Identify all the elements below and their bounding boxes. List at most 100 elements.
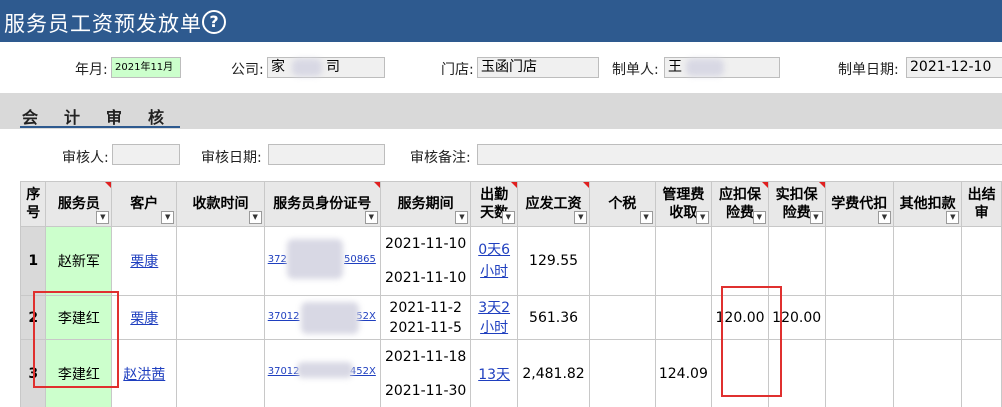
other-cell[interactable] <box>892 295 963 340</box>
filter-dropdown-icon[interactable]: ▼ <box>364 211 378 224</box>
id-cell[interactable]: 37012 52X <box>263 295 381 340</box>
pay-time-cell[interactable] <box>176 339 265 407</box>
store-field[interactable]: 玉函门店 <box>477 57 599 78</box>
tax-cell[interactable] <box>589 295 656 340</box>
remark-label: 审核备注: <box>410 150 471 166</box>
filter-dropdown-icon[interactable]: ▼ <box>161 211 175 224</box>
tax-cell[interactable] <box>589 226 656 296</box>
id-link-tail[interactable]: 52X <box>356 311 376 322</box>
table-header-row: 序号 服务员 ▼ 客户 ▼ 收款时间 ▼ 服务员身份证号 ▼ 服务期间 ▼ 出勤 天数 ▼ 应… <box>20 181 1002 227</box>
store-label: 门店: <box>441 62 474 78</box>
section-underline <box>20 126 180 128</box>
customer-link[interactable]: 赵洪茜 <box>123 367 165 383</box>
filter-dropdown-icon[interactable]: ▼ <box>248 211 262 224</box>
filter-dropdown-icon[interactable]: ▼ <box>946 211 960 224</box>
customer-link[interactable]: 栗康 <box>130 254 158 270</box>
col-header-seq: 序号 <box>20 181 47 227</box>
id-link-head[interactable]: 37012 <box>268 311 300 322</box>
other-cell[interactable] <box>892 339 963 407</box>
settle-cell[interactable] <box>961 295 1002 340</box>
comment-marker <box>373 182 380 188</box>
tuition-cell[interactable] <box>824 226 894 296</box>
highlight-box-insurance <box>721 286 782 397</box>
filter-dropdown-icon[interactable]: ▼ <box>501 211 515 224</box>
company-value-tail: 司 <box>326 59 340 75</box>
pay-time-cell[interactable] <box>176 295 265 340</box>
tax-cell[interactable] <box>589 339 656 407</box>
employee-cell[interactable]: 赵新军 <box>45 226 113 296</box>
id-cell[interactable]: 372 50865 <box>263 226 381 296</box>
id-link-head[interactable]: 372 <box>268 254 287 265</box>
filter-dropdown-icon[interactable]: ▼ <box>696 211 710 224</box>
attendance-cell[interactable]: 3天2 小时 <box>470 295 518 340</box>
settle-cell[interactable] <box>961 226 1002 296</box>
mgmt-fee-cell[interactable] <box>654 226 713 296</box>
filter-dropdown-icon[interactable]: ▼ <box>877 211 891 224</box>
attendance-cell[interactable]: 0天6 小时 <box>470 226 518 296</box>
salary-table: 序号 服务员 ▼ 客户 ▼ 收款时间 ▼ 服务员身份证号 ▼ 服务期间 ▼ 出勤 天数 ▼ 应… <box>20 181 1002 407</box>
id-link-tail[interactable]: 452X <box>350 366 376 377</box>
col-header-customer[interactable]: 客户 ▼ <box>111 181 178 227</box>
highlight-box-employee <box>33 291 119 388</box>
comment-marker <box>761 182 768 188</box>
title-bar: 服务员工资预发放单 ? <box>0 0 1002 42</box>
filter-dropdown-icon[interactable]: ▼ <box>752 211 766 224</box>
audit-date-field[interactable] <box>268 144 385 165</box>
redaction-blur <box>292 59 322 76</box>
date-label: 制单日期: <box>838 62 899 78</box>
company-field[interactable]: 家 司 <box>267 57 385 78</box>
col-header-attendance[interactable]: 出勤 天数 ▼ <box>470 181 518 227</box>
table-row[interactable]: 1 赵新军 栗康 372 50865 2021-11-10 2021-11-10 … <box>20 226 1002 296</box>
filter-dropdown-icon[interactable]: ▼ <box>96 211 110 224</box>
col-header-mgmt-fee[interactable]: 管理费 收取 ▼ <box>654 181 713 227</box>
col-header-settle[interactable]: 出结审 <box>961 181 1002 227</box>
other-cell[interactable] <box>892 226 963 296</box>
gross-cell[interactable]: 2,481.82 <box>516 339 591 407</box>
col-header-tuition[interactable]: 学费代扣 ▼ <box>824 181 894 227</box>
redaction-blur <box>686 59 724 76</box>
id-cell[interactable]: 37012 452X <box>263 339 381 407</box>
help-icon[interactable]: ? <box>202 10 226 34</box>
date-field[interactable]: 2021-12-10 <box>906 57 1002 78</box>
mgmt-fee-cell[interactable]: 124.09 <box>654 339 713 407</box>
period-cell[interactable]: 2021-11-2 2021-11-5 <box>379 295 472 340</box>
auditor-field[interactable] <box>112 144 180 165</box>
remark-field[interactable] <box>477 144 1002 165</box>
company-value: 家 <box>271 59 285 75</box>
gross-cell[interactable]: 561.36 <box>516 295 591 340</box>
filter-dropdown-icon[interactable]: ▼ <box>574 211 588 224</box>
col-header-tax[interactable]: 个税 ▼ <box>589 181 656 227</box>
pay-time-cell[interactable] <box>176 226 265 296</box>
tuition-cell[interactable] <box>824 339 894 407</box>
id-link-head[interactable]: 37012 <box>268 366 300 377</box>
tuition-cell[interactable] <box>824 295 894 340</box>
mgmt-fee-cell[interactable] <box>654 295 713 340</box>
filter-dropdown-icon[interactable]: ▼ <box>455 211 469 224</box>
col-header-id-number[interactable]: 服务员身份证号 ▼ <box>263 181 381 227</box>
attendance-cell[interactable]: 13天 <box>470 339 518 407</box>
gross-cell[interactable]: 129.55 <box>516 226 591 296</box>
col-header-ins-due[interactable]: 应扣保 险费 ▼ <box>711 181 769 227</box>
creator-label: 制单人: <box>612 62 659 78</box>
col-header-pay-time[interactable]: 收款时间 ▼ <box>176 181 265 227</box>
col-header-period[interactable]: 服务期间 ▼ <box>379 181 472 227</box>
table-row[interactable]: 3 李建红 赵洪茜 37012 452X 2021-11-18 2021-11-3… <box>20 339 1002 407</box>
table-row[interactable]: 2 李建红 栗康 37012 52X 2021-11-2 2021-11-5 3天… <box>20 295 1002 340</box>
settle-cell[interactable] <box>961 339 1002 407</box>
customer-link[interactable]: 栗康 <box>130 311 158 327</box>
year-month-field[interactable]: 2021年11月 <box>111 57 181 78</box>
company-label: 公司: <box>231 62 264 78</box>
col-header-other[interactable]: 其他扣款 ▼ <box>892 181 963 227</box>
redaction-blur <box>296 362 353 378</box>
page-title: 服务员工资预发放单 <box>4 12 202 36</box>
col-header-employee[interactable]: 服务员 ▼ <box>45 181 113 227</box>
period-cell[interactable]: 2021-11-10 2021-11-10 <box>379 226 472 296</box>
row-seq: 1 <box>20 226 47 296</box>
period-cell[interactable]: 2021-11-18 2021-11-30 <box>379 339 472 407</box>
comment-marker <box>105 182 111 188</box>
col-header-gross[interactable]: 应发工资 ▼ <box>516 181 591 227</box>
filter-dropdown-icon[interactable]: ▼ <box>809 211 823 224</box>
id-link-tail[interactable]: 50865 <box>344 254 376 265</box>
filter-dropdown-icon[interactable]: ▼ <box>639 211 653 224</box>
col-header-ins-actual[interactable]: 实扣保 险费 ▼ <box>767 181 826 227</box>
